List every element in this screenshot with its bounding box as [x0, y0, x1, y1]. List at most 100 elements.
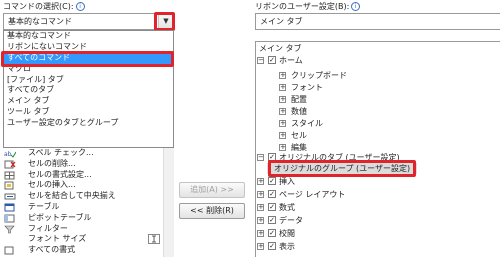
customize-ribbon-label: リボンのユーザー設定(B): i: [255, 1, 361, 12]
expand-icon[interactable]: +: [279, 72, 286, 79]
command-label: セルの削除...: [28, 158, 76, 168]
dropdown-item[interactable]: ユーザー設定のタブとグループ: [4, 118, 173, 129]
expand-icon[interactable]: +: [257, 178, 264, 185]
command-list-item[interactable]: セルの削除...: [3, 159, 174, 170]
expand-icon[interactable]: +: [257, 230, 264, 237]
tree-item-label: 校閲: [279, 229, 295, 238]
dropdown-item[interactable]: メイン タブ: [4, 96, 173, 107]
all-formats-icon: [4, 246, 14, 255]
tree-item-tab[interactable]: + ✓ データ: [257, 215, 457, 226]
expand-icon[interactable]: +: [279, 120, 286, 127]
command-list-item[interactable]: フィルター: [3, 224, 174, 235]
tree-item-label: 表示: [279, 242, 295, 251]
expand-icon[interactable]: +: [257, 243, 264, 250]
all-commands-highlight: [1, 51, 174, 67]
tree-item-tab[interactable]: + ✓ 表示: [257, 241, 457, 252]
dropdown-item[interactable]: [ファイル] タブ: [4, 75, 173, 86]
tree-item-label: セル: [291, 131, 307, 140]
tree-item-label: スタイル: [291, 119, 323, 128]
add-button[interactable]: 追加(A) >>: [179, 182, 245, 198]
tree-item-tab[interactable]: + ✓ ページ レイアウト: [257, 189, 457, 200]
command-label: セルの書式設定...: [28, 169, 92, 179]
tree-item-group[interactable]: + フォント: [279, 82, 399, 93]
tree-item-home[interactable]: − ✓ ホーム: [257, 55, 457, 66]
choose-commands-combo-value: 基本的なコマンド: [8, 17, 72, 26]
merge-center-icon: [4, 193, 16, 200]
tree-item-label: フォント: [291, 83, 323, 92]
tree-item-group[interactable]: + スタイル: [279, 118, 399, 129]
checkbox-checked-icon[interactable]: ✓: [268, 216, 276, 224]
command-list-scrollbar[interactable]: [163, 148, 174, 257]
info-icon: i: [351, 2, 361, 11]
choose-commands-label-text: コマンドの選択(C):: [3, 2, 74, 11]
tree-item-label: 数式: [279, 203, 295, 212]
expand-icon[interactable]: +: [279, 96, 286, 103]
checkbox-checked-icon[interactable]: ✓: [268, 190, 276, 198]
command-list: ab スペル チェック... セルの削除... セルの書式設定... セルの挿入…: [3, 148, 174, 257]
dropdown-item[interactable]: すべてのタブ: [4, 85, 173, 96]
tree-item-label: クリップボード: [291, 71, 347, 80]
customize-ribbon-combo[interactable]: メイン タブ: [255, 13, 500, 30]
checkbox-checked-icon[interactable]: ✓: [268, 203, 276, 211]
command-list-item[interactable]: ab スペル チェック...: [3, 148, 174, 159]
choose-commands-combo[interactable]: 基本的なコマンド ▼: [3, 13, 174, 30]
tree-item-group[interactable]: + 配置: [279, 94, 399, 105]
remove-button[interactable]: << 削除(R): [179, 203, 245, 219]
collapse-icon[interactable]: −: [257, 154, 264, 161]
tree-item-tab[interactable]: + ✓ 数式: [257, 202, 457, 213]
tree-item-tab[interactable]: + ✓ 挿入: [257, 176, 457, 187]
expand-icon[interactable]: +: [279, 132, 286, 139]
expand-icon[interactable]: +: [257, 191, 264, 198]
text-cursor-icon: [148, 234, 160, 245]
commands-dropdown-list: 基本的なコマンド リボンにないコマンド すべてのコマンド マクロ [ファイル] …: [3, 30, 174, 148]
checkbox-checked-icon[interactable]: ✓: [268, 56, 276, 64]
tree-item-label: ホーム: [279, 56, 303, 65]
tree-item-group[interactable]: + 数値: [279, 106, 399, 117]
info-icon: i: [75, 2, 85, 11]
tree-item-label: 挿入: [279, 177, 295, 186]
collapse-icon[interactable]: −: [257, 57, 264, 64]
expand-icon[interactable]: +: [279, 108, 286, 115]
expand-icon[interactable]: +: [279, 84, 286, 91]
command-label: フィルター: [28, 223, 68, 233]
command-label: フォント サイズ: [28, 234, 87, 244]
dropdown-arrow-highlight: [154, 12, 175, 31]
delete-cells-icon: [4, 160, 16, 169]
command-label: すべての書式: [28, 245, 76, 255]
command-label: テーブル: [28, 201, 60, 211]
checkbox-checked-icon[interactable]: ✓: [268, 177, 276, 185]
checkbox-checked-icon[interactable]: ✓: [268, 242, 276, 250]
pivot-table-icon: [4, 214, 15, 223]
tree-item-label: データ: [279, 216, 303, 225]
filter-icon: [4, 225, 15, 233]
font-size-icon: [4, 235, 16, 244]
command-label: セルの挿入...: [28, 180, 76, 190]
command-label: スペル チェック...: [28, 148, 94, 157]
dropdown-item[interactable]: ツール タブ: [4, 107, 173, 118]
command-list-item[interactable]: ピボットテーブル: [3, 213, 174, 224]
table-icon: [4, 203, 15, 212]
expand-icon[interactable]: +: [257, 204, 264, 211]
tree-item-group[interactable]: + セル: [279, 130, 399, 141]
tree-item-label: ページ レイアウト: [279, 190, 346, 199]
command-list-item[interactable]: フォント サイズ: [3, 234, 174, 245]
command-list-item[interactable]: セルを結合して中央揃え: [3, 191, 174, 202]
custom-group-highlight: [268, 160, 416, 177]
checkbox-checked-icon[interactable]: ✓: [268, 229, 276, 237]
spellcheck-icon: ab: [4, 151, 16, 158]
format-cells-icon: [4, 171, 15, 180]
tree-item-label: 数値: [291, 107, 307, 116]
dropdown-item[interactable]: 基本的なコマンド: [4, 31, 173, 42]
customize-ribbon-label-text: リボンのユーザー設定(B):: [255, 2, 350, 11]
tree-item-label: 配置: [291, 95, 307, 104]
command-label: セルを結合して中央揃え: [28, 191, 116, 201]
expand-icon[interactable]: +: [257, 217, 264, 224]
command-list-item[interactable]: セルの書式設定...: [3, 170, 174, 181]
command-list-item[interactable]: セルの挿入...: [3, 180, 174, 191]
command-list-item[interactable]: すべての書式: [3, 245, 174, 256]
command-list-item[interactable]: テーブル: [3, 202, 174, 213]
svg-text:ab: ab: [4, 151, 12, 158]
tree-item-tab[interactable]: + ✓ 校閲: [257, 228, 457, 239]
tree-item-group[interactable]: + クリップボード: [279, 70, 399, 81]
expand-icon[interactable]: +: [279, 144, 286, 151]
